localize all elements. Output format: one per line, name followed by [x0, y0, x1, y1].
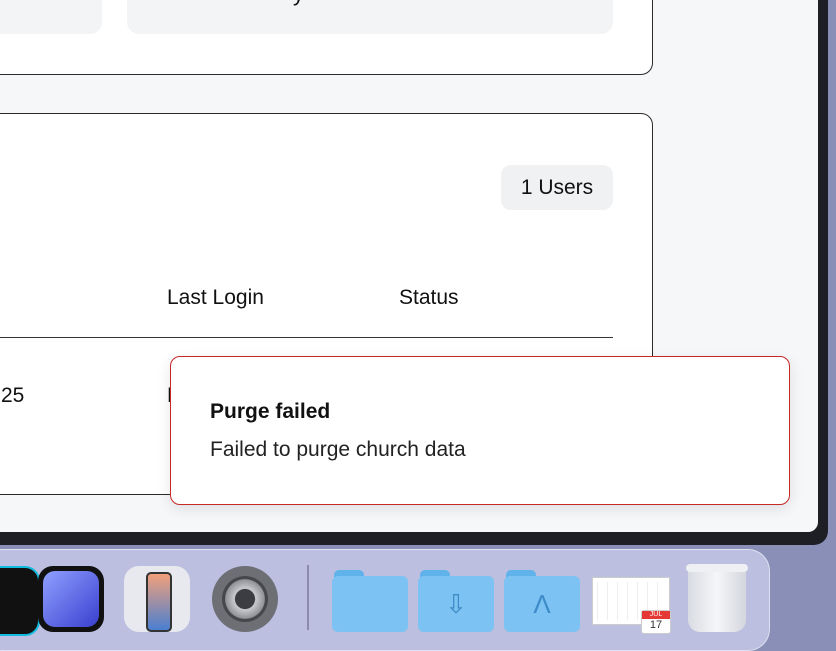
toast-message: Failed to purge church data [210, 438, 466, 461]
trash-icon[interactable] [686, 564, 748, 632]
download-arrow-icon: ⇩ [418, 576, 494, 632]
top-card: y [0, 0, 653, 75]
calendar-month: JUL [642, 611, 670, 619]
phone-glyph [146, 572, 172, 632]
preview-icon-screen [43, 571, 99, 627]
column-header-last-login[interactable]: Last Login [167, 286, 264, 310]
app-icon[interactable] [0, 566, 40, 636]
app-store-a-icon: Λ [504, 576, 580, 632]
applications-folder-icon[interactable]: Λ [504, 570, 580, 632]
iphone-mirroring-icon[interactable] [124, 566, 190, 632]
top-card-partial-text: y [293, 0, 304, 7]
calendar-date-badge: JUL 17 [641, 610, 671, 634]
table-header-divider [0, 337, 613, 338]
preview-icon[interactable] [38, 566, 104, 632]
system-settings-icon[interactable] [212, 566, 278, 632]
downloads-folder-icon[interactable]: ⇩ [418, 570, 494, 632]
toast-title: Purge failed [210, 400, 331, 423]
table-cell-date: 25 [1, 384, 25, 407]
top-card-panel-left [0, 0, 102, 34]
users-count-badge: 1 Users [501, 165, 613, 210]
error-toast[interactable]: Purge failed Failed to purge church data [170, 356, 790, 505]
folder-icon[interactable] [332, 570, 408, 632]
dock-separator [307, 565, 309, 630]
gear-icon [222, 576, 268, 622]
top-card-panel-right: y [127, 0, 613, 34]
calendar-day: 17 [649, 619, 663, 631]
column-header-status[interactable]: Status [399, 286, 459, 310]
